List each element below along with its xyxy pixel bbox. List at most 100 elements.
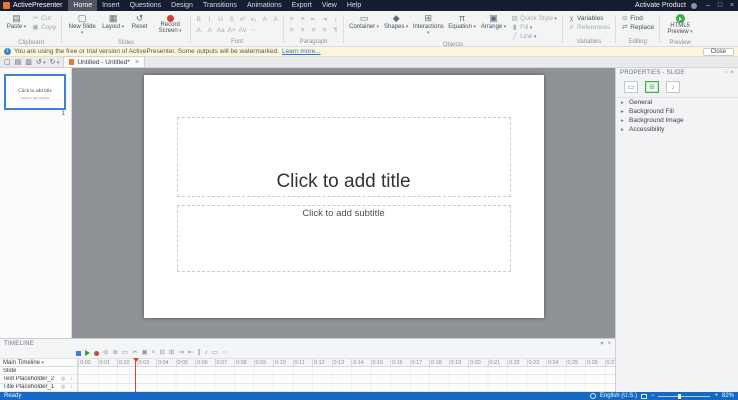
new-slide-button[interactable]: ▢ New Slide bbox=[65, 12, 99, 39]
paste-button[interactable]: ▤ Paste bbox=[4, 12, 29, 39]
remove-time-icon[interactable]: ⇤ bbox=[188, 348, 193, 358]
bold-button[interactable]: B bbox=[194, 15, 203, 24]
interactions-button[interactable]: ⊞ Interactions bbox=[411, 12, 445, 39]
properties-section[interactable]: ▸ General bbox=[616, 98, 738, 107]
cut-button[interactable]: ✂ Cut bbox=[30, 14, 58, 23]
visibility-eye-icon[interactable]: ◎ bbox=[60, 376, 66, 382]
redo-icon[interactable]: ↻ bbox=[50, 58, 60, 66]
zoom-fit-icon[interactable]: ▭ bbox=[122, 348, 128, 358]
properties-close-icon[interactable]: × bbox=[730, 70, 734, 76]
minimize-button[interactable]: – bbox=[702, 0, 714, 11]
timeline-row[interactable]: Text Placeholder_2 ◎ ♪ bbox=[0, 375, 615, 383]
timeline-track[interactable] bbox=[78, 375, 615, 382]
audio-note-icon[interactable]: ♪ bbox=[68, 376, 74, 382]
arrange-button[interactable]: ▣ Arrange bbox=[479, 12, 508, 39]
find-button[interactable]: ⊙ Find bbox=[619, 14, 656, 23]
container-button[interactable]: ▭ Container bbox=[347, 12, 381, 39]
grow-font-button[interactable]: A bbox=[260, 15, 269, 24]
properties-section[interactable]: ▸ Accessibility bbox=[616, 125, 738, 134]
italic-button[interactable]: I bbox=[205, 15, 214, 24]
variables-button[interactable]: χ Variables bbox=[566, 14, 612, 23]
record-narration-button[interactable] bbox=[94, 351, 99, 356]
timeline-row[interactable]: Slide bbox=[0, 367, 615, 375]
caption-icon[interactable]: ▭ bbox=[212, 348, 218, 358]
line-button[interactable]: ╱ Line bbox=[509, 32, 559, 41]
learn-more-link[interactable]: Learn more... bbox=[282, 48, 321, 55]
snap-icon[interactable]: ∥ bbox=[197, 348, 200, 358]
line-spacing-button[interactable]: ↕ bbox=[331, 15, 340, 24]
visibility-eye-icon[interactable]: ◎ bbox=[60, 384, 66, 390]
document-tab[interactable]: Untitled - Untitled* × bbox=[63, 56, 144, 67]
copy-timeline-icon[interactable]: ▣ bbox=[142, 348, 148, 358]
font-options-button[interactable]: ⋯ bbox=[249, 26, 258, 35]
ribbon-tab[interactable]: Home bbox=[68, 0, 97, 11]
timeline-row[interactable]: Title Placeholder_1 ◎ ♪ bbox=[0, 384, 615, 392]
join-icon[interactable]: ⊞ bbox=[169, 348, 174, 358]
ribbon-tab[interactable]: Design bbox=[166, 0, 198, 11]
timeline-view-selector[interactable]: Main Timeline bbox=[0, 359, 78, 366]
insert-time-icon[interactable]: ⇥ bbox=[178, 348, 183, 358]
timeline-ruler[interactable]: Main Timeline 0:000:010:020:030:040:050:… bbox=[0, 358, 615, 367]
ribbon-tab[interactable]: Transitions bbox=[198, 0, 242, 11]
record-screen-button[interactable]: Record Screen bbox=[153, 12, 187, 39]
activate-product-button[interactable]: Activate Product bbox=[635, 2, 686, 9]
highlight-color-button[interactable]: A bbox=[205, 26, 214, 35]
decrease-indent-button[interactable]: ⇤ bbox=[309, 15, 318, 24]
equation-button[interactable]: π Equation bbox=[446, 12, 478, 39]
audio-note-icon[interactable]: ♪ bbox=[68, 384, 74, 390]
audio-tab-icon[interactable]: ♪ bbox=[666, 81, 680, 93]
slide[interactable]: Click to add title Click to add subtitle bbox=[144, 75, 544, 318]
language-label[interactable]: English (U.S.) bbox=[600, 392, 637, 400]
more-options-icon[interactable]: ⋯ bbox=[222, 348, 229, 358]
timeline-track[interactable] bbox=[78, 384, 615, 391]
ribbon-tab[interactable]: Insert bbox=[97, 0, 125, 11]
audio-tools-icon[interactable]: ♪ bbox=[205, 348, 208, 358]
ribbon-tab[interactable]: Export bbox=[287, 0, 317, 11]
superscript-button[interactable]: x² bbox=[238, 15, 247, 24]
quick-style-button[interactable]: ▨ Quick Style bbox=[509, 14, 559, 23]
language-globe-icon[interactable] bbox=[590, 393, 596, 399]
numbered-list-button[interactable]: ≡ bbox=[298, 15, 307, 24]
subscript-button[interactable]: x₂ bbox=[249, 15, 258, 24]
zoom-in-button[interactable]: + bbox=[714, 392, 718, 400]
change-case-button[interactable]: Aa bbox=[216, 26, 225, 35]
timeline-menu-icon[interactable]: ▾ bbox=[600, 340, 603, 347]
properties-section[interactable]: ▸ Background Fill bbox=[616, 107, 738, 116]
size-properties-tab-icon[interactable]: ⊞ bbox=[645, 81, 659, 93]
copy-button[interactable]: ▣ Copy bbox=[30, 23, 58, 32]
shapes-button[interactable]: ◆ Shapes bbox=[382, 12, 410, 39]
underline-button[interactable]: U bbox=[216, 15, 225, 24]
reset-button[interactable]: ↺ Reset bbox=[127, 12, 152, 39]
shrink-font-button[interactable]: A bbox=[271, 15, 280, 24]
new-document-icon[interactable]: ▢ bbox=[4, 58, 11, 66]
stop-button[interactable] bbox=[76, 351, 81, 356]
close-window-button[interactable]: × bbox=[726, 0, 738, 11]
clear-formatting-button[interactable]: A× bbox=[227, 26, 236, 35]
zoom-slider-handle[interactable] bbox=[678, 394, 681, 399]
undo-icon[interactable]: ↺ bbox=[36, 58, 46, 66]
notification-close-button[interactable]: Close bbox=[703, 48, 734, 56]
canvas[interactable]: Click to add title Click to add subtitle bbox=[72, 68, 615, 338]
zoom-in-icon[interactable]: ⊕ bbox=[112, 348, 117, 358]
justify-button[interactable]: ≡ bbox=[320, 26, 329, 35]
slide-thumbnail[interactable]: Click to add title Click to add subtitle bbox=[4, 74, 66, 110]
fit-to-window-icon[interactable] bbox=[641, 394, 647, 399]
pin-icon[interactable]: ▫ bbox=[725, 70, 727, 76]
timeline-close-icon[interactable]: × bbox=[607, 341, 611, 347]
cut-timeline-icon[interactable]: ✂ bbox=[132, 348, 137, 358]
open-document-icon[interactable]: ▤ bbox=[15, 58, 22, 66]
references-button[interactable]: # References bbox=[566, 23, 612, 32]
ribbon-tab[interactable]: Help bbox=[342, 0, 366, 11]
subtitle-placeholder[interactable]: Click to add subtitle bbox=[177, 205, 511, 272]
strikethrough-button[interactable]: S bbox=[227, 15, 236, 24]
playhead[interactable] bbox=[135, 358, 136, 392]
bullet-list-button[interactable]: ≡ bbox=[287, 15, 296, 24]
text-color-button[interactable]: A bbox=[194, 26, 203, 35]
delete-timeline-icon[interactable]: × bbox=[152, 348, 156, 358]
zoom-out-button[interactable]: − bbox=[651, 392, 655, 400]
split-icon[interactable]: ⊟ bbox=[159, 348, 164, 358]
zoom-out-icon[interactable]: ⊖ bbox=[103, 348, 108, 358]
play-button[interactable] bbox=[85, 350, 90, 356]
ribbon-tab[interactable]: Questions bbox=[125, 0, 167, 11]
save-icon[interactable]: ▥ bbox=[25, 58, 32, 66]
